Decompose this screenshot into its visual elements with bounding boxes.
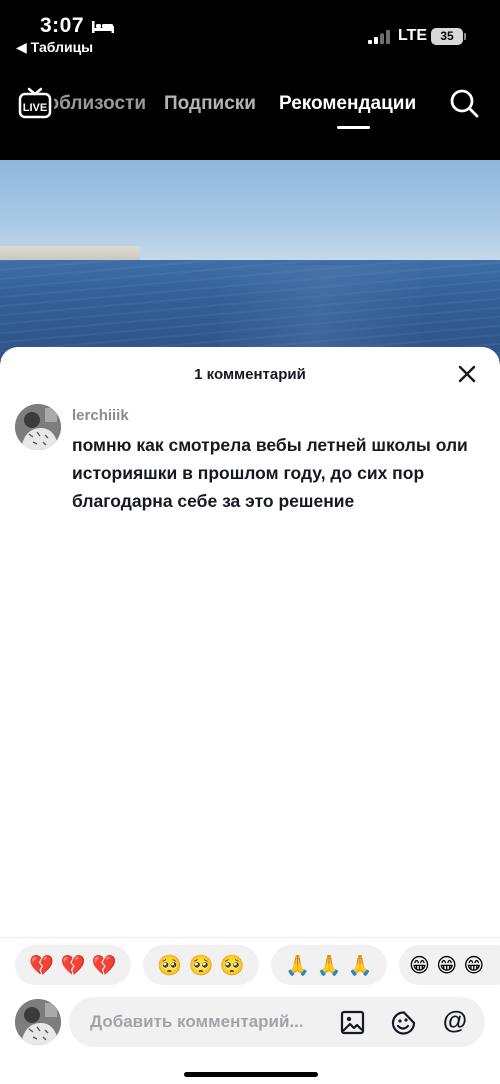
bed-icon	[92, 21, 114, 33]
comment-input-bar: Добавить комментарий... @	[0, 992, 500, 1062]
battery-icon: 35	[431, 28, 463, 45]
tab-recommended[interactable]: Рекомендации	[279, 93, 416, 115]
status-bar: 3:07 ◀ Таблицы LTE 35	[0, 0, 500, 60]
comment-sheet: 1 комментарий lerchiiik помню как смотре…	[0, 347, 500, 1084]
comment-username[interactable]: lerchiiik	[72, 407, 129, 424]
back-app-label: Таблицы	[30, 39, 94, 55]
emoji-picker-icon[interactable]	[390, 1009, 417, 1036]
comment-input[interactable]: Добавить комментарий... @	[69, 997, 485, 1047]
my-avatar-image-icon	[15, 999, 61, 1045]
video-preview[interactable]	[0, 160, 500, 360]
comments-title: 1 комментарий	[194, 366, 306, 383]
avatar-image-icon	[15, 404, 61, 450]
avatar[interactable]	[15, 404, 61, 450]
search-icon[interactable]	[449, 88, 479, 118]
battery-cap	[464, 33, 466, 40]
status-time: 3:07	[40, 14, 85, 37]
network-label: LTE	[398, 27, 428, 44]
svg-text:LIVE: LIVE	[23, 102, 47, 114]
live-tv-icon[interactable]: LIVE	[18, 86, 52, 120]
comment-text: помню как смотрела вебы летней школы оли…	[72, 435, 468, 511]
emoji-chip-broken-hearts[interactable]: 💔 💔 💔	[15, 945, 131, 985]
my-avatar	[15, 999, 61, 1045]
quick-emoji-row: 💔 💔 💔 🥺 🥺 🥺 🙏 🙏 🙏 😁 😁 😁	[0, 937, 500, 987]
comment-input-placeholder: Добавить комментарий...	[90, 1012, 304, 1031]
emoji-chip-praying[interactable]: 🙏 🙏 🙏	[271, 945, 387, 985]
mention-icon[interactable]: @	[441, 1007, 469, 1035]
back-to-app-link[interactable]: ◀ Таблицы	[16, 39, 93, 56]
image-icon[interactable]	[340, 1010, 365, 1035]
back-chevron-icon: ◀	[16, 39, 27, 55]
screen: 3:07 ◀Таблицы LTE 35 LIVE Поблизости Под	[0, 0, 500, 1084]
emoji-chip-grinning[interactable]: 😁 😁 😁	[399, 945, 500, 985]
active-tab-indicator	[337, 126, 370, 129]
tab-nearby[interactable]: Поблизости	[54, 93, 146, 115]
tab-following[interactable]: Подписки	[164, 93, 256, 115]
video-wake	[220, 265, 420, 360]
video-sky	[0, 160, 500, 260]
home-indicator	[184, 1072, 318, 1077]
emoji-chip-pleading[interactable]: 🥺 🥺 🥺	[143, 945, 259, 985]
close-icon[interactable]	[455, 362, 479, 386]
signal-icon	[368, 30, 390, 44]
top-nav: LIVE Поблизости Подписки Рекомендации	[0, 70, 500, 140]
